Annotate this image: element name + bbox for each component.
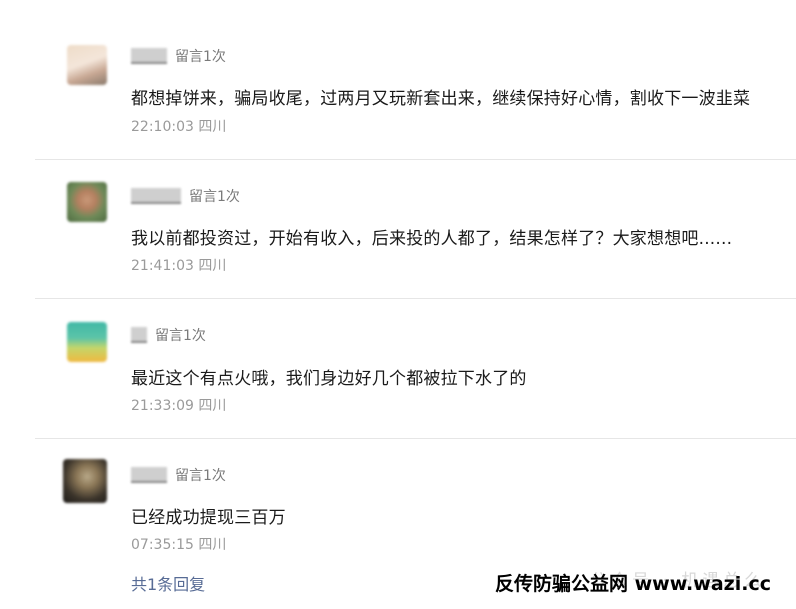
nickname[interactable] xyxy=(131,188,181,204)
comment-count-label: 留言1次 xyxy=(175,49,226,65)
avatar[interactable] xyxy=(67,182,107,222)
comment-text: 都想掉饼来，骗局收尾，过两月又玩新套出来，继续保持好心情，割收下一波韭菜 xyxy=(131,89,751,109)
comment-text: 已经成功提现三百万 xyxy=(131,508,286,528)
watermark: 反传防骗公益网 www.wazi.cc xyxy=(495,573,771,595)
avatar[interactable] xyxy=(63,459,107,503)
divider xyxy=(35,298,796,299)
comment-time: 22:10:03 四川 xyxy=(131,119,227,135)
nickname[interactable] xyxy=(131,48,167,64)
divider xyxy=(35,159,796,160)
comment-count-label: 留言1次 xyxy=(189,189,240,205)
comment-time: 21:41:03 四川 xyxy=(131,258,227,274)
nickname[interactable] xyxy=(131,327,147,343)
view-replies-link[interactable]: 共1条回复 xyxy=(131,571,205,595)
comment-time: 07:35:15 四川 xyxy=(131,537,227,553)
avatar[interactable] xyxy=(67,322,107,362)
avatar[interactable] xyxy=(67,45,107,85)
comment-text: 最近这个有点火哦，我们身边好几个都被拉下水了的 xyxy=(131,369,527,389)
nickname[interactable] xyxy=(131,467,167,483)
divider xyxy=(35,438,796,439)
comment-count-label: 留言1次 xyxy=(175,468,226,484)
comment-text: 我以前都投资过，开始有收入，后来投的人都了，结果怎样了？大家想想吧...... xyxy=(131,229,733,249)
comment-count-label: 留言1次 xyxy=(155,328,206,344)
comment-time: 21:33:09 四川 xyxy=(131,398,227,414)
